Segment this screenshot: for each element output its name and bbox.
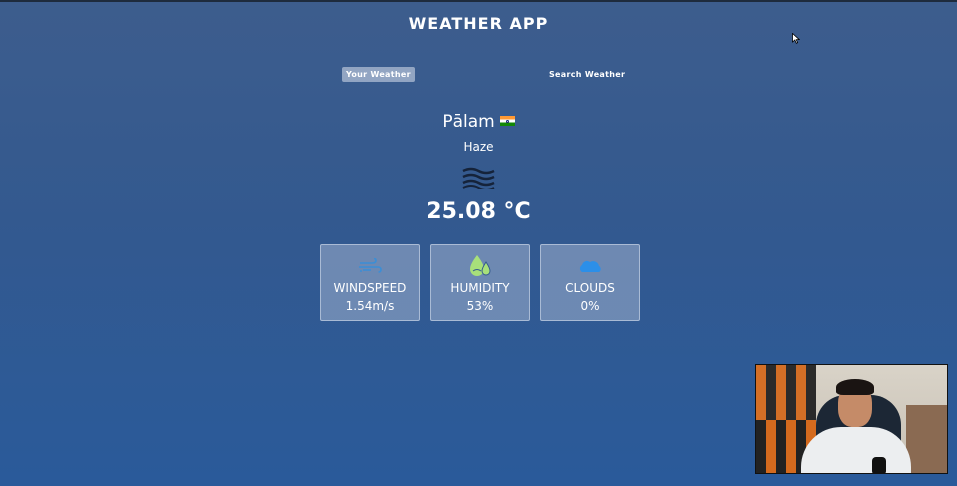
clouds-label: CLOUDS	[565, 281, 615, 295]
weather-stats: WINDSPEED 1.54m/s HUMIDITY 53% CLOUDS 0%	[320, 244, 640, 321]
humidity-value: 53%	[466, 299, 494, 313]
window-top-border	[0, 0, 957, 2]
tab-your-weather[interactable]: Your Weather	[342, 67, 415, 82]
presenter-hair	[836, 379, 874, 395]
haze-icon	[462, 167, 495, 189]
clouds-value: 0%	[580, 299, 600, 313]
humidity-icon	[470, 255, 491, 276]
mouse-cursor-icon	[792, 33, 800, 44]
humidity-label: HUMIDITY	[450, 281, 510, 295]
windspeed-value: 1.54m/s	[345, 299, 395, 313]
temperature-value: 25.08 °C	[426, 199, 531, 224]
background-shelf	[906, 405, 947, 473]
weather-condition: Haze	[463, 140, 494, 154]
microphone-icon	[872, 457, 886, 473]
clouds-card: CLOUDS 0%	[540, 244, 640, 321]
tab-search-weather[interactable]: Search Weather	[545, 67, 629, 82]
humidity-card: HUMIDITY 53%	[430, 244, 530, 321]
windspeed-label: WINDSPEED	[333, 281, 407, 295]
app-title: WEATHER APP	[408, 14, 549, 33]
windspeed-card: WINDSPEED 1.54m/s	[320, 244, 420, 321]
wind-icon	[359, 258, 382, 273]
city-name: Pālam	[442, 112, 495, 132]
cloud-icon	[579, 260, 601, 272]
location-heading: Pālam	[0, 112, 957, 132]
webcam-overlay	[755, 364, 948, 474]
presenter-shirt	[801, 427, 911, 473]
india-flag-icon	[499, 116, 515, 126]
